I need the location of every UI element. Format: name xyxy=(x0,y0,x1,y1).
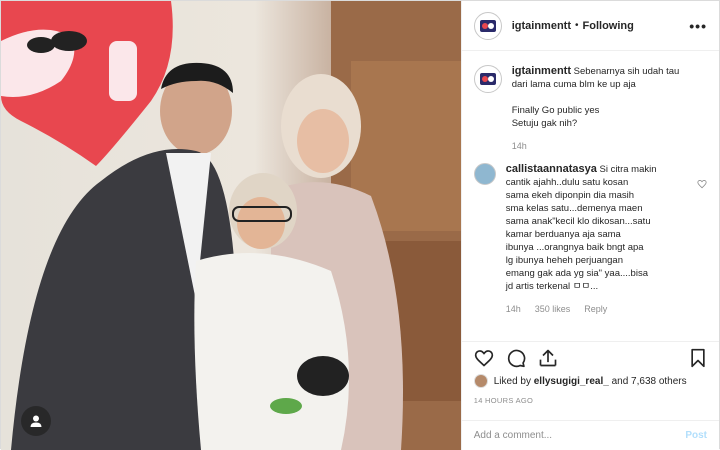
commenter-avatar[interactable] xyxy=(473,163,496,185)
likes-count[interactable]: and 7,638 others xyxy=(609,376,687,387)
likes-text: Liked by ellysugigi_real_ and 7,638 othe… xyxy=(494,376,687,387)
caption: igtainmentt Sebenarnya sih udah tau dari… xyxy=(473,65,707,153)
add-comment-bar: Add a comment... Post xyxy=(461,420,719,450)
post-header: igtainmentt • Following ••• xyxy=(461,1,719,51)
comment-likes[interactable]: 350 likes xyxy=(535,303,571,316)
comment-like-heart-icon[interactable] xyxy=(697,179,707,192)
share-icon[interactable] xyxy=(538,348,558,368)
instagram-post: igtainmentt • Following ••• igtainmentt … xyxy=(0,0,720,450)
comment-line: cantik ajahh..dulu satu kosan xyxy=(505,177,629,188)
comment-line: sma kelas satu...demenya maen xyxy=(505,203,643,214)
like-heart-icon[interactable] xyxy=(474,348,494,368)
liker-avatar[interactable] xyxy=(473,374,488,388)
comment-line: emang gak ada yg sia" yaa....bisa xyxy=(505,268,648,279)
comment-line: lg ibunya heheh perjuangan xyxy=(505,255,623,266)
caption-line: dari lama cuma blm ke up aja xyxy=(511,79,636,90)
comments-section: igtainmentt Sebenarnya sih udah tau dari… xyxy=(462,51,719,341)
comment-line: kamar berduanya aja sama xyxy=(505,229,621,240)
caption-line: Sebenarnya sih udah tau xyxy=(573,66,680,77)
liker-username[interactable]: ellysugigi_real_ xyxy=(534,376,609,387)
post-comment-button[interactable]: Post xyxy=(685,430,707,441)
comment-line: sama ekeh diponpin dia masih xyxy=(505,190,635,201)
add-comment-input[interactable]: Add a comment... xyxy=(474,430,552,441)
profile-logo-icon xyxy=(479,19,496,32)
person-icon xyxy=(30,415,42,427)
comment-line: sama anak"kecil klo dikosan...satu xyxy=(505,216,651,227)
more-options-icon[interactable]: ••• xyxy=(689,18,707,34)
caption-username[interactable]: igtainmentt xyxy=(512,65,571,77)
separator-dot: • xyxy=(575,20,579,31)
likes-summary: Liked by ellysugigi_real_ and 7,638 othe… xyxy=(473,374,707,388)
following-button[interactable]: Following xyxy=(583,20,634,32)
comment-line: jd artis terkenal ㅁㅁ... xyxy=(505,281,599,292)
comment-line: ibunya ...orangnya baik bngt apa xyxy=(505,242,644,253)
comment-time[interactable]: 14h xyxy=(506,303,521,316)
action-bar: Liked by ellysugigi_real_ and 7,638 othe… xyxy=(461,341,719,405)
comment-body: callistaannatasya Si citra makin cantik … xyxy=(506,163,679,316)
caption-meta: 14h xyxy=(512,140,680,153)
comment-meta: 14h 350 likes Reply xyxy=(506,303,657,316)
caption-line: Finally Go public yes xyxy=(511,105,600,116)
commenter-username[interactable]: callistaannatasya xyxy=(506,163,597,175)
comment: callistaannatasya Si citra makin cantik … xyxy=(473,163,707,316)
user-tag-button[interactable] xyxy=(21,406,51,436)
post-photo[interactable] xyxy=(1,1,461,450)
profile-logo-icon xyxy=(479,73,496,85)
bookmark-icon[interactable] xyxy=(689,348,707,368)
header-username[interactable]: igtainmentt xyxy=(512,20,571,32)
post-timestamp[interactable]: 14 HOURS AGO xyxy=(474,396,707,405)
caption-line: Setuju gak nih? xyxy=(511,118,578,129)
caption-avatar[interactable] xyxy=(473,65,502,93)
comment-reply-button[interactable]: Reply xyxy=(584,303,607,316)
comment-bubble-icon[interactable] xyxy=(506,348,526,368)
caption-time[interactable]: 14h xyxy=(512,140,527,153)
photo-illustration xyxy=(1,1,461,450)
comment-line: Si citra makin xyxy=(599,164,657,175)
caption-body: igtainmentt Sebenarnya sih udah tau dari… xyxy=(512,65,680,153)
post-panel: igtainmentt • Following ••• igtainmentt … xyxy=(460,1,719,450)
profile-avatar[interactable] xyxy=(473,11,502,40)
caption-spacer xyxy=(512,91,680,104)
likes-prefix: Liked by xyxy=(493,375,534,387)
action-icons xyxy=(474,342,707,374)
